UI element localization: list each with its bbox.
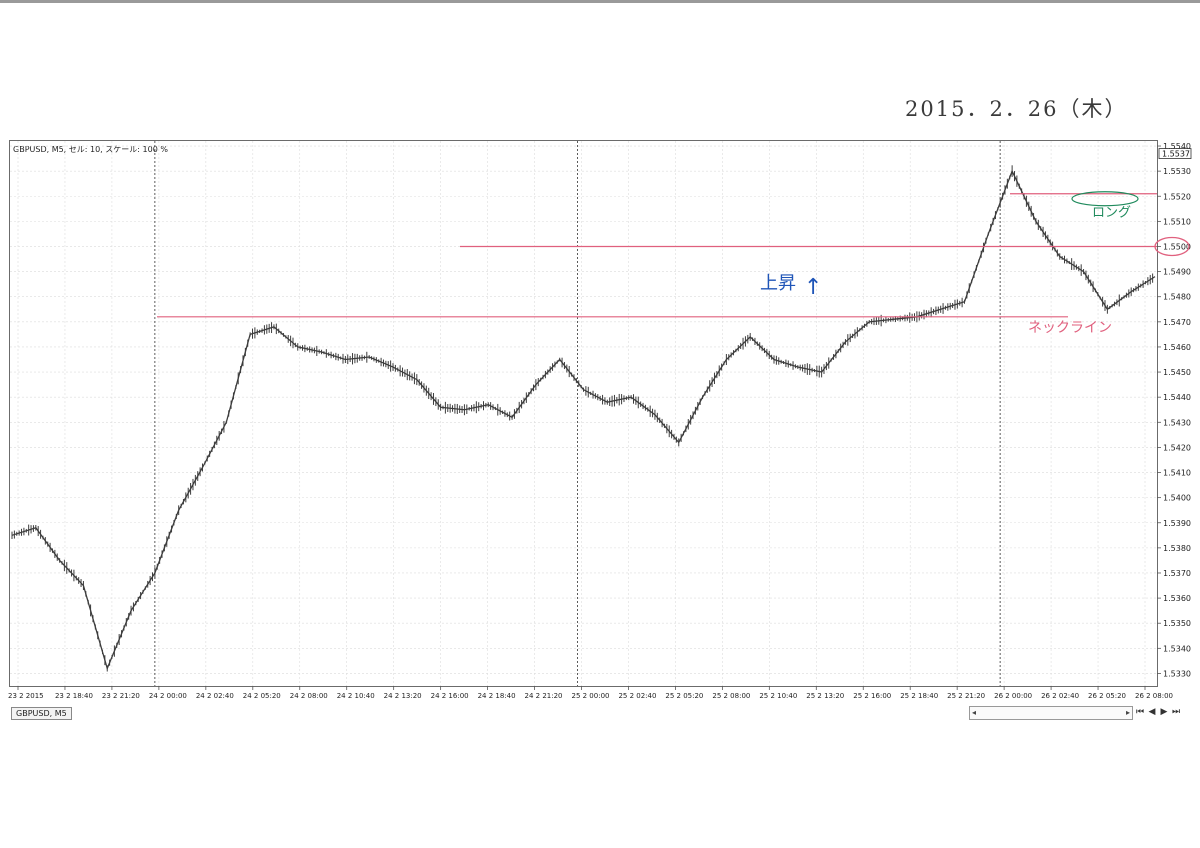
y-tick-label: 1.5530 (1163, 167, 1191, 176)
x-tick-label: 24 2 02:40 (196, 692, 234, 700)
y-tick-label: 1.5380 (1163, 544, 1191, 553)
y-tick-label: 1.5400 (1163, 494, 1191, 503)
y-tick-label: 1.5390 (1163, 519, 1191, 528)
prev-icon[interactable]: ◀ (1146, 706, 1158, 718)
x-tick-label: 24 2 08:00 (290, 692, 328, 700)
x-tick-label: 24 2 16:00 (431, 692, 469, 700)
x-tick-label: 25 2 10:40 (759, 692, 797, 700)
x-tick-label: 24 2 21:20 (525, 692, 563, 700)
y-tick-label: 1.5360 (1163, 594, 1191, 603)
x-tick-label: 25 2 16:00 (853, 692, 891, 700)
scroll-right-icon[interactable]: ▸ (1126, 707, 1130, 719)
x-tick-label: 25 2 18:40 (900, 692, 938, 700)
next-icon[interactable]: ▶ (1158, 706, 1170, 718)
rise-annotation: 上昇 (760, 273, 796, 294)
y-tick-label: 1.5510 (1163, 217, 1191, 226)
x-tick-label: 26 2 00:00 (994, 692, 1032, 700)
x-tick-label: 24 2 10:40 (337, 692, 375, 700)
horizontal-scrollbar[interactable]: ◂ ▸ (969, 706, 1133, 720)
scroll-left-icon[interactable]: ◂ (972, 707, 976, 719)
x-tick-label: 24 2 18:40 (478, 692, 516, 700)
y-tick-label: 1.5410 (1163, 469, 1191, 478)
x-tick-label: 24 2 00:00 (149, 692, 187, 700)
chart-navigation: ⏮ ◀ ▶ ⏭ (1134, 706, 1182, 718)
x-tick-label: 23 2 18:40 (55, 692, 93, 700)
y-tick-label: 1.5340 (1163, 644, 1191, 653)
y-tick-label: 1.5420 (1163, 443, 1191, 452)
x-tick-label: 26 2 05:20 (1088, 692, 1126, 700)
current-price-label: 1.5537 (1162, 150, 1190, 159)
x-tick-label: 25 2 13:20 (806, 692, 844, 700)
y-tick-label: 1.5450 (1163, 368, 1191, 377)
long-annotation: ロング (1092, 205, 1131, 220)
x-tick-label: 25 2 05:20 (665, 692, 703, 700)
price-chart[interactable]: 1.5330 1.5340 1.5350 1.5360 1.5370 1.5380 1.53… (0, 0, 1200, 848)
y-tick-label: 1.5330 (1163, 669, 1191, 678)
x-tick-label: 25 2 00:00 (572, 692, 610, 700)
x-tick-label: 26 2 08:00 (1135, 692, 1173, 700)
last-page-icon[interactable]: ⏭ (1170, 706, 1182, 718)
y-tick-label: 1.5480 (1163, 293, 1191, 302)
symbol-tab[interactable]: GBPUSD, M5 (11, 707, 72, 720)
y-tick-label: 1.5460 (1163, 343, 1191, 352)
x-tick-label: 25 2 02:40 (618, 692, 656, 700)
neckline-annotation: ネックライン (1028, 320, 1112, 336)
x-tick-label: 24 2 13:20 (384, 692, 422, 700)
y-tick-label: 1.5520 (1163, 192, 1191, 201)
y-tick-label: 1.5490 (1163, 268, 1191, 277)
x-tick-label: 24 2 05:20 (243, 692, 281, 700)
first-page-icon[interactable]: ⏮ (1134, 706, 1146, 718)
chart-statusbar: GBPUSD, M5 ◂ ▸ ⏮ ◀ ▶ ⏭ (9, 706, 1189, 720)
y-tick-label: 1.5440 (1163, 393, 1191, 402)
rise-arrow-annotation: ↑ (804, 275, 822, 300)
x-tick-label: 23 2 21:20 (102, 692, 140, 700)
y-tick-label: 1.5430 (1163, 418, 1191, 427)
y-tick-label: 1.5350 (1163, 619, 1191, 628)
y-tick-label: 1.5470 (1163, 318, 1191, 327)
x-tick-label: 23 2 2015 (8, 692, 44, 700)
x-tick-label: 25 2 08:00 (712, 692, 750, 700)
y-tick-label: 1.5370 (1163, 569, 1191, 578)
x-tick-label: 25 2 21:20 (947, 692, 985, 700)
x-tick-label: 26 2 02:40 (1041, 692, 1079, 700)
